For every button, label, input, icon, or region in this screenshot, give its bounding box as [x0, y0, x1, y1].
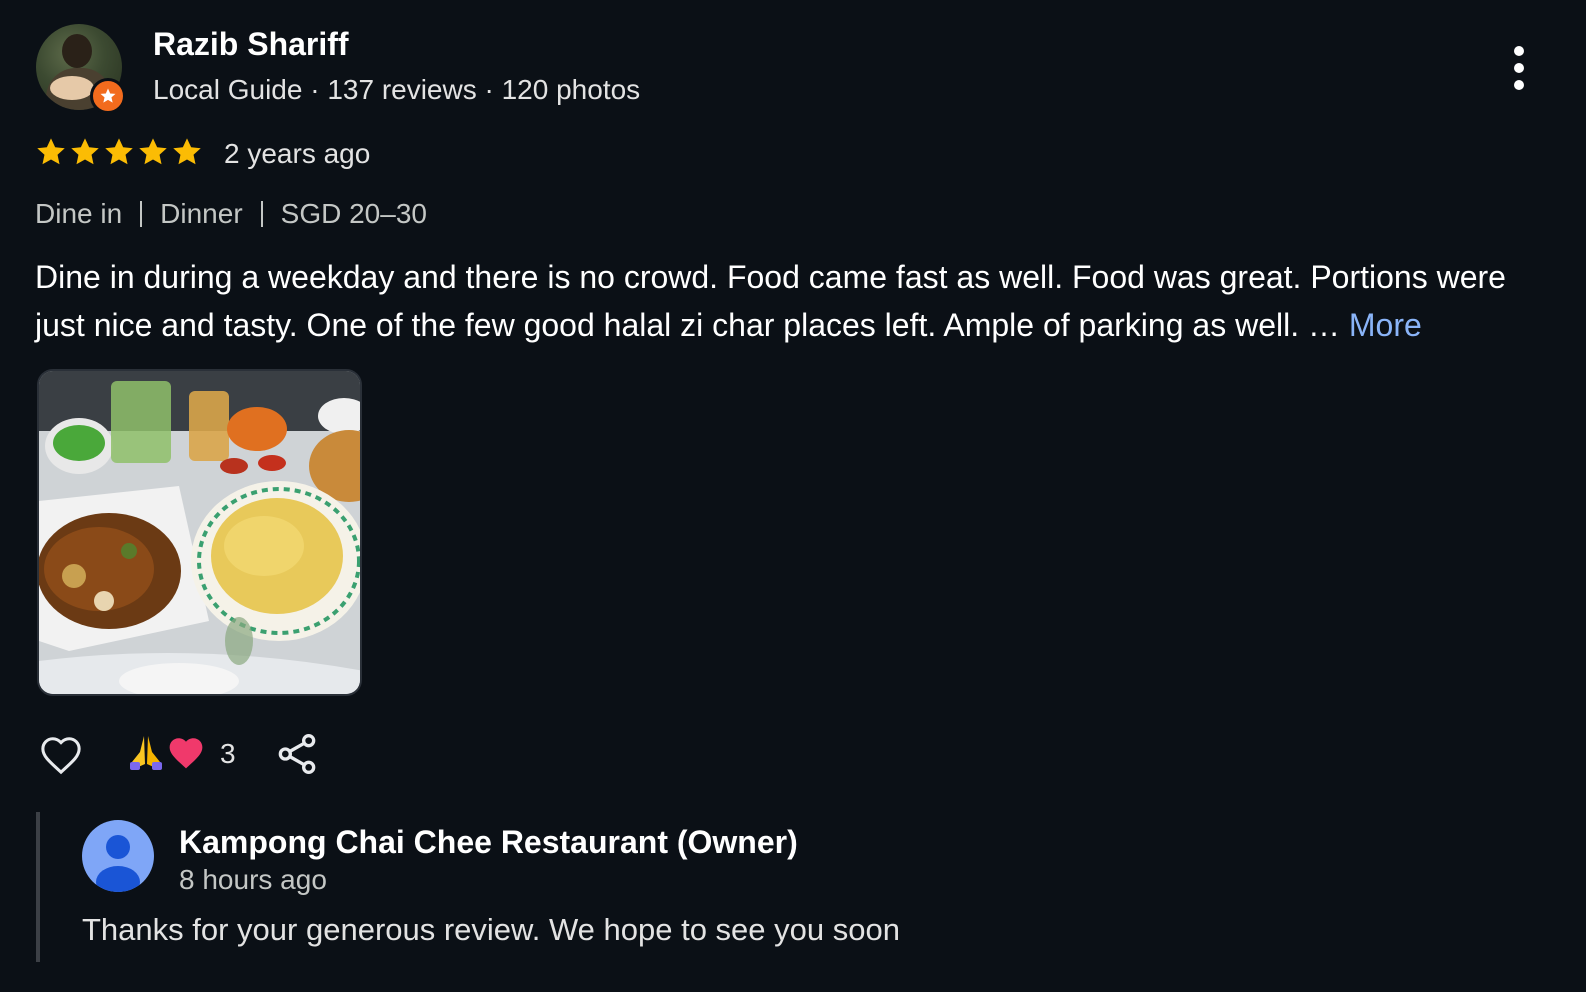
owner-response-time: 8 hours ago	[179, 864, 327, 895]
star-icon	[71, 138, 99, 165]
review-attributes: Dine in Dinner SGD 20–30	[35, 198, 427, 230]
owner-name: Kampong Chai Chee Restaurant (Owner)	[179, 824, 798, 860]
review-actions: 3	[36, 726, 320, 782]
divider	[260, 201, 263, 227]
attribute-service: Dine in	[35, 198, 123, 229]
review-text: Dine in during a weekday and there is no…	[35, 253, 1535, 349]
attribute-price: SGD 20–30	[280, 198, 427, 229]
reviewer-meta: Local Guide · 137 reviews · 120 photos	[153, 74, 641, 105]
star-icon	[139, 138, 167, 165]
heart-icon	[166, 734, 206, 775]
owner-response-text: Thanks for your generous review. We hope…	[82, 912, 900, 947]
reviewer-name[interactable]: Razib Shariff	[153, 26, 349, 63]
attribute-meal: Dinner	[160, 198, 243, 229]
more-vert-icon[interactable]	[1506, 42, 1532, 94]
heart-outline-icon[interactable]	[36, 729, 86, 779]
review-card: Razib Shariff Local Guide · 137 reviews …	[0, 0, 1586, 992]
reactions[interactable]: 3	[126, 732, 236, 777]
star-icon	[37, 138, 65, 165]
more-link[interactable]: More	[1349, 307, 1422, 343]
owner-avatar	[82, 820, 154, 892]
review-body: Dine in during a weekday and there is no…	[35, 259, 1506, 343]
local-guide-star-icon	[90, 78, 126, 114]
review-time: 2 years ago	[224, 138, 371, 169]
star-icon	[173, 138, 201, 165]
divider	[140, 201, 143, 227]
share-icon[interactable]	[274, 729, 320, 779]
star-icon	[105, 138, 133, 165]
review-photo[interactable]	[37, 369, 362, 696]
folded-hands-icon	[126, 732, 166, 777]
star-rating	[35, 136, 203, 168]
reaction-count: 3	[220, 738, 236, 769]
owner-response: Kampong Chai Chee Restaurant (Owner) 8 h…	[36, 812, 1140, 962]
